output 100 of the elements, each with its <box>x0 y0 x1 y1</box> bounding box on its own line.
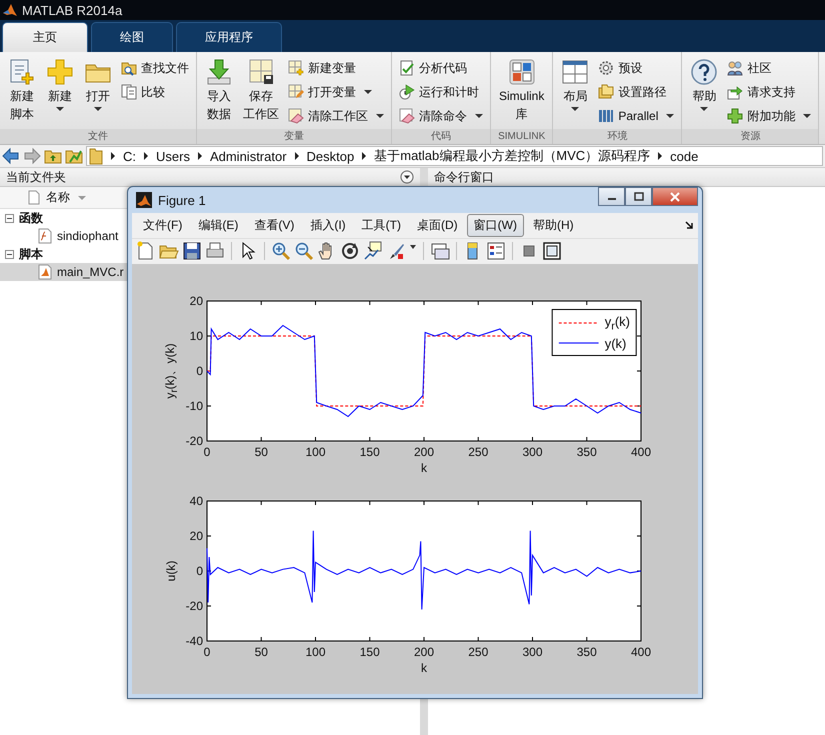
grid-save-icon <box>247 58 275 86</box>
table-pencil-icon <box>288 84 304 100</box>
x-tick-label: 350 <box>576 645 597 659</box>
plus-icon <box>46 58 74 86</box>
rotate-icon[interactable] <box>340 241 360 262</box>
y-tick-label: 20 <box>190 529 203 543</box>
section-label: 代码 <box>392 129 490 144</box>
x-tick-label: 50 <box>254 445 268 459</box>
x-tick-label: 250 <box>468 645 488 659</box>
download-arrow-icon <box>205 58 233 86</box>
table-plus-icon <box>288 60 304 76</box>
chevron-icon <box>362 152 366 160</box>
document-plus-icon <box>8 58 36 86</box>
address-field[interactable]: C: Users Administrator Desktop 基于matlab编程最小方差控制（MVC）源码程序 code <box>86 146 823 166</box>
collapse-icon[interactable] <box>5 250 14 258</box>
x-tick-label: 150 <box>360 645 380 659</box>
x-axis-label: k <box>421 661 427 675</box>
window-frame-icon[interactable] <box>542 241 562 262</box>
menu-item[interactable]: 文件(F) <box>136 214 190 237</box>
menu-item[interactable]: 帮助(H) <box>526 214 581 237</box>
close-icon <box>670 192 680 202</box>
legend-label: y$_{r}$(k) <box>604 314 630 333</box>
path-segment[interactable]: C: <box>123 148 136 164</box>
y-tick-label: 0 <box>196 564 203 578</box>
folder-search-icon <box>121 60 137 76</box>
minimize-button[interactable] <box>598 187 625 206</box>
dropdown-circle-icon[interactable] <box>400 170 414 184</box>
toolstrip-button[interactable]: 导入 数据 <box>201 56 237 129</box>
maximize-button[interactable] <box>625 187 652 206</box>
path-segment[interactable]: code <box>670 148 698 164</box>
y-tick-label: 20 <box>190 294 203 308</box>
zoom-out-icon[interactable] <box>294 241 314 262</box>
toolstrip-button[interactable]: 布局 <box>557 56 594 129</box>
toolstrip-button[interactable]: 运行和计时 <box>396 81 486 103</box>
legend-icon[interactable] <box>486 241 506 262</box>
toolstrip-button[interactable]: 清除工作区 <box>285 105 387 127</box>
toolstrip-button[interactable]: 分析代码 <box>396 57 486 79</box>
column-header[interactable]: 名称 <box>46 189 86 206</box>
save-icon[interactable] <box>182 241 202 262</box>
document-icon <box>28 190 40 205</box>
file-row[interactable]: sindiophant <box>0 227 127 245</box>
document-check-icon <box>399 60 415 76</box>
dock-arrow-icon[interactable] <box>684 220 694 230</box>
toolstrip-button[interactable]: 预设 <box>595 57 678 79</box>
plus-icon <box>727 108 744 124</box>
x-tick-label: 250 <box>468 445 488 459</box>
path-segment[interactable]: Administrator <box>210 148 287 164</box>
toolstrip-button[interactable]: 清除命令 <box>396 105 486 127</box>
toolstrip-button[interactable]: Simulink 库 <box>495 56 548 129</box>
x-tick-label: 300 <box>522 645 543 659</box>
x-tick-label: 100 <box>305 645 326 659</box>
toolstrip-button[interactable]: 附加功能 <box>724 105 814 127</box>
layout-grid-icon <box>561 58 590 86</box>
toolstrip-button[interactable]: 保存 工作区 <box>239 56 283 129</box>
file-row[interactable]: main_MVC.r <box>0 263 127 281</box>
y-tick-label: -20 <box>186 434 203 448</box>
x-tick-label: 200 <box>414 445 434 459</box>
menu-item[interactable]: 工具(T) <box>354 214 408 237</box>
chevron-icon <box>111 152 115 160</box>
path-segment[interactable]: Users <box>156 148 190 164</box>
chevron-icon <box>144 152 148 160</box>
toolstrip-button[interactable]: 设置路径 <box>595 81 678 103</box>
toolstrip-button[interactable]: 比较 <box>118 81 192 103</box>
toolstrip-button[interactable]: 查找文件 <box>118 57 192 79</box>
menu-item[interactable]: 编辑(E) <box>191 214 246 237</box>
back-arrow-icon[interactable] <box>2 147 20 165</box>
ribbon-tab[interactable]: 主页 <box>2 22 88 52</box>
eraser-icon <box>399 108 415 124</box>
legend-line-sample <box>558 340 599 346</box>
close-button[interactable] <box>652 187 698 206</box>
path-segment[interactable]: Desktop <box>306 148 354 164</box>
toolstrip-button[interactable]: 新建变量 <box>285 57 387 79</box>
eraser-icon <box>288 108 304 124</box>
y-tick-label: 40 <box>190 494 203 508</box>
zoom-in-icon[interactable] <box>271 241 291 262</box>
people-icon <box>727 60 744 76</box>
toolstrip-button[interactable]: 帮助 <box>686 56 722 129</box>
path-segment[interactable]: 基于matlab编程最小方差控制（MVC）源码程序 <box>374 147 650 165</box>
menu-item[interactable]: 桌面(D) <box>410 214 465 237</box>
menu-item[interactable]: 插入(I) <box>303 214 353 237</box>
toolstrip-button[interactable]: 打开 <box>80 56 116 129</box>
data-cursor-icon[interactable] <box>363 241 383 262</box>
toolstrip-button[interactable]: 打开变量 <box>285 81 387 103</box>
ribbon-tab[interactable]: 绘图 <box>91 22 173 52</box>
linked-plot-icon[interactable] <box>430 241 450 262</box>
y-tick-label: -40 <box>186 634 203 648</box>
sort-caret-icon <box>78 196 86 200</box>
forward-arrow-icon[interactable] <box>23 147 41 165</box>
collapse-icon[interactable] <box>5 214 14 222</box>
section-label: 资源 <box>682 129 818 144</box>
x-tick-label: 400 <box>630 645 652 659</box>
toolstrip-button[interactable]: 新建 <box>42 56 78 129</box>
menu-item[interactable]: 查看(V) <box>247 214 302 237</box>
toolstrip-button[interactable]: 新建 脚本 <box>4 56 40 129</box>
window-title: MATLAB R2014a <box>22 2 122 18</box>
toolstrip-button[interactable]: Parallel <box>595 105 678 127</box>
toolstrip-button[interactable]: 请求支持 <box>724 81 814 103</box>
menu-item[interactable]: 窗口(W) <box>466 214 524 237</box>
toolstrip-button[interactable]: 社区 <box>724 57 814 79</box>
ribbon-tab[interactable]: 应用程序 <box>176 22 282 52</box>
